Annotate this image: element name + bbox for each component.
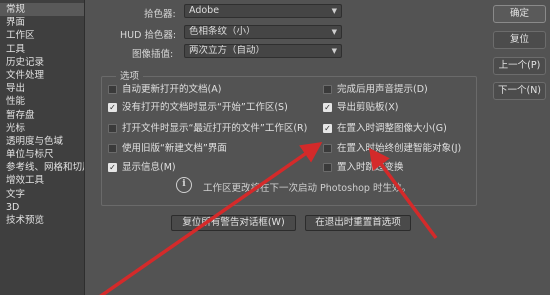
chevron-down-icon: ▼	[331, 7, 337, 15]
checkmark-icon[interactable]: ✓	[108, 163, 117, 172]
reset-warnings-button[interactable]: 复位所有警告对话框(W)	[171, 215, 296, 231]
option-label: 置入时跳过变换	[337, 162, 404, 173]
option-label: 导出剪贴板(X)	[337, 102, 399, 113]
sidebar-item[interactable]: 3D	[0, 201, 84, 214]
sidebar-item[interactable]: 工具	[0, 43, 84, 56]
interpolation-label: 图像插值:	[132, 49, 174, 60]
sidebar-item[interactable]: 历史记录	[0, 56, 84, 69]
reset-button[interactable]: 复位	[493, 31, 546, 49]
sidebar-item[interactable]: 常规	[0, 3, 84, 17]
sidebar-item[interactable]: 界面	[0, 16, 84, 29]
option-label: 在置入时始终创建智能对象(J)	[337, 143, 462, 154]
sidebar-item[interactable]: 技术预览	[0, 214, 84, 227]
option-label: 自动更新打开的文档(A)	[122, 84, 222, 95]
chevron-down-icon: ▼	[331, 47, 337, 55]
checkbox-box[interactable]	[108, 124, 117, 133]
info-circle-icon: i	[176, 177, 192, 193]
sidebar-item[interactable]: 增效工具	[0, 174, 84, 187]
checkmark-icon[interactable]: ✓	[323, 103, 332, 112]
checkmark-icon[interactable]: ✓	[108, 103, 117, 112]
reset-prefs-on-quit-button[interactable]: 在退出时重置首选项	[305, 215, 411, 231]
sidebar-item[interactable]: 透明度与色域	[0, 135, 84, 148]
next-button[interactable]: 下一个(N)	[493, 82, 546, 100]
hud-picker-value: 色相条纹（小）	[189, 26, 256, 37]
sidebar-item[interactable]: 文字	[0, 188, 84, 201]
hud-picker-select[interactable]: 色相条纹（小） ▼	[184, 25, 342, 39]
hud-picker-label: HUD 拾色器:	[120, 30, 177, 41]
checkmark-icon[interactable]: ✓	[323, 124, 332, 133]
option-label: 在置入时调整图像大小(G)	[337, 123, 447, 134]
checkbox-box[interactable]	[323, 163, 332, 172]
color-picker-select[interactable]: Adobe ▼	[184, 4, 342, 18]
option-label: 打开文件时显示“最近打开的文件”工作区(R)	[122, 123, 308, 134]
checkbox-box[interactable]	[108, 144, 117, 153]
sidebar-item[interactable]: 参考线、网格和切片	[0, 161, 84, 174]
option-label: 没有打开的文档时显示“开始”工作区(S)	[122, 102, 288, 113]
ok-button[interactable]: 确定	[493, 5, 546, 23]
option-label: 完成后用声音提示(D)	[337, 84, 428, 95]
sidebar-item[interactable]: 工作区	[0, 29, 84, 42]
checkbox-box[interactable]	[108, 85, 117, 94]
sidebar-item[interactable]: 文件处理	[0, 69, 84, 82]
sidebar-item[interactable]: 光标	[0, 122, 84, 135]
category-sidebar: 常规 界面 工作区 工具 历史记录 文件处理 导出 性能 暂存盘 光标 透明度与色域 单位与标尺 参考线…	[0, 0, 85, 295]
sidebar-item[interactable]: 导出	[0, 82, 84, 95]
options-title: 选项	[116, 68, 144, 82]
color-picker-value: Adobe	[189, 5, 220, 16]
prev-button[interactable]: 上一个(P)	[493, 57, 546, 75]
interpolation-select[interactable]: 两次立方（自动） ▼	[184, 44, 342, 58]
sidebar-item[interactable]: 暂存盘	[0, 109, 84, 122]
option-label: 使用旧版“新建文档”界面	[122, 143, 227, 154]
checkbox-box[interactable]	[323, 85, 332, 94]
preferences-dialog: 常规 界面 工作区 工具 历史记录 文件处理 导出 性能 暂存盘 光标 透明度与色域 单位与标尺 参考线…	[0, 0, 550, 295]
sidebar-item[interactable]: 单位与标尺	[0, 148, 84, 161]
color-picker-label: 拾色器:	[144, 9, 176, 20]
checkbox-box[interactable]	[323, 144, 332, 153]
interpolation-value: 两次立方（自动）	[189, 45, 266, 56]
option-label: 显示信息(M)	[122, 162, 176, 173]
sidebar-item[interactable]: 性能	[0, 95, 84, 108]
chevron-down-icon: ▼	[331, 28, 337, 36]
info-text: 工作区更改将在下一次启动 Photoshop 时生效。	[203, 183, 411, 194]
